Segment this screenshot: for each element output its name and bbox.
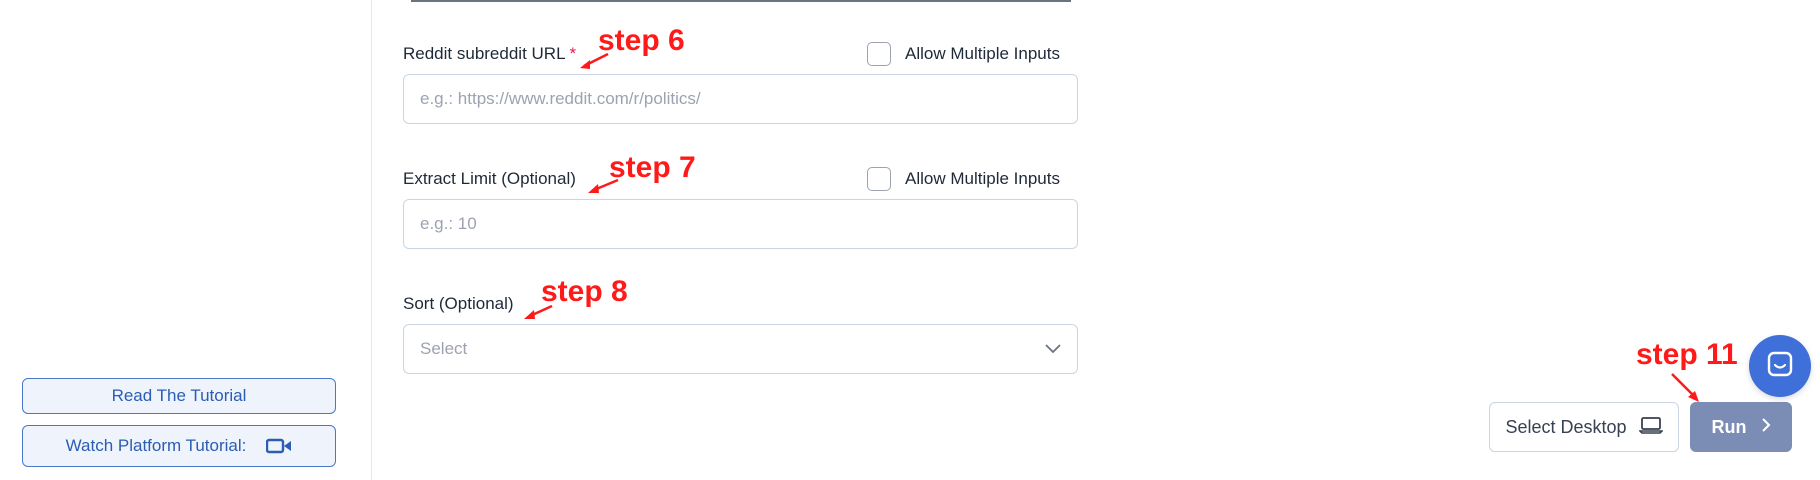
watch-tutorial-label: Watch Platform Tutorial: [65,436,247,455]
subreddit-url-input[interactable] [403,74,1078,124]
sort-select[interactable]: Select [403,324,1078,374]
select-desktop-label: Select Desktop [1505,416,1627,437]
step-6-arrow [580,52,609,69]
chat-support-button[interactable] [1749,335,1811,397]
extract-limit-label: Extract Limit (Optional) [403,169,576,188]
step-11-annotation: step 11 [1636,338,1738,371]
sort-label: Sort (Optional) [403,294,514,313]
select-desktop-button[interactable]: Select Desktop [1489,402,1679,452]
step-8-arrow [524,304,553,319]
subreddit-url-label-text: Reddit subreddit URL [403,44,566,63]
subreddit-multi-input-toggle[interactable]: Allow Multiple Inputs [867,42,1060,66]
extract-limit-multi-label: Allow Multiple Inputs [905,169,1060,188]
section-divider [411,0,1071,2]
chat-icon [1766,350,1794,383]
chevron-right-icon [1761,417,1771,438]
run-button[interactable]: Run [1690,402,1792,452]
sort-select-value: Select [420,339,468,358]
chevron-down-icon [1045,339,1061,359]
step-11-arrow [1671,373,1699,402]
video-camera-icon [266,438,292,454]
sidebar: Read The Tutorial Watch Platform Tutoria… [0,0,372,480]
subreddit-url-label: Reddit subreddit URL * [403,44,576,64]
read-tutorial-button[interactable]: Read The Tutorial [22,378,336,414]
read-tutorial-label: Read The Tutorial [111,386,247,405]
laptop-icon [1637,416,1664,439]
watch-platform-tutorial-button[interactable]: Watch Platform Tutorial: [22,425,336,467]
subreddit-multi-checkbox[interactable] [867,42,891,66]
extract-limit-multi-input-toggle[interactable]: Allow Multiple Inputs [867,167,1060,191]
subreddit-multi-label: Allow Multiple Inputs [905,44,1060,63]
run-label: Run [1711,416,1747,437]
required-star: * [569,44,577,63]
step-7-arrow [588,178,619,193]
extract-limit-multi-checkbox[interactable] [867,167,891,191]
extract-limit-input[interactable] [403,199,1078,249]
